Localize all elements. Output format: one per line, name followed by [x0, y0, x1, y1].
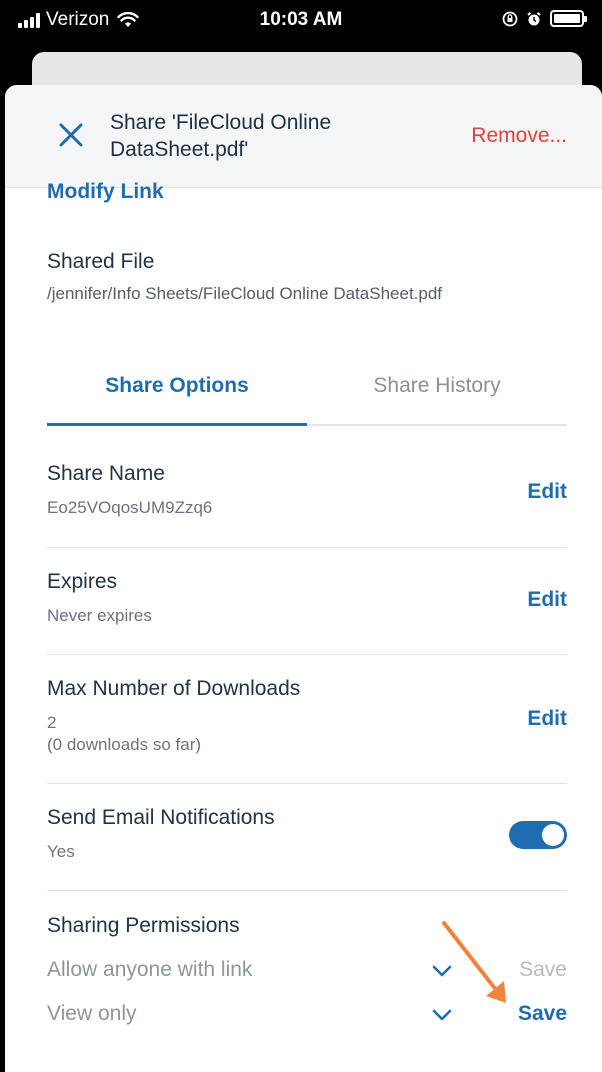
- share-tabs: Share Options Share History: [47, 358, 567, 426]
- tab-share-options[interactable]: Share Options: [47, 374, 307, 398]
- shared-file-label: Shared File: [47, 250, 155, 273]
- toggle-knob: [542, 824, 564, 846]
- share-name-edit-button[interactable]: Edit: [527, 480, 567, 504]
- email-notifications-toggle[interactable]: [509, 821, 567, 849]
- max-downloads-edit-button[interactable]: Edit: [527, 707, 567, 731]
- chevron-down-icon[interactable]: [431, 1008, 453, 1022]
- max-downloads-label: Max Number of Downloads: [47, 677, 301, 700]
- close-icon[interactable]: [57, 121, 85, 149]
- expires-value: Never expires: [47, 606, 152, 625]
- orientation-lock-icon: [502, 11, 518, 26]
- share-header: Share 'FileCloud Online DataSheet.pdf' R…: [5, 85, 602, 188]
- email-notifications-value: Yes: [47, 842, 75, 861]
- shared-file-path: /jennifer/Info Sheets/FileCloud Online D…: [47, 284, 443, 303]
- email-notifications-row: Send Email Notifications Yes: [47, 784, 567, 891]
- share-name-row: Share Name Eo25VOqosUM9Zzq6 Edit: [47, 440, 567, 548]
- modify-link-heading[interactable]: Modify Link: [47, 180, 164, 204]
- permission-save-button[interactable]: Save: [518, 1002, 567, 1026]
- max-downloads-row: Max Number of Downloads 2 (0 downloads s…: [47, 655, 567, 784]
- expires-label: Expires: [47, 570, 118, 593]
- access-save-button[interactable]: Save: [519, 958, 567, 982]
- status-bar: Verizon 10:03 AM: [0, 0, 602, 42]
- expires-row: Expires Never expires Edit: [47, 548, 567, 655]
- sharing-permissions-label: Sharing Permissions: [47, 914, 240, 937]
- annotation-arrow-icon: [442, 921, 506, 1003]
- max-downloads-value: 2: [47, 713, 57, 732]
- status-right: [502, 10, 587, 27]
- remove-button[interactable]: Remove...: [471, 124, 567, 148]
- alarm-icon: [527, 11, 541, 25]
- battery-icon: [550, 10, 587, 27]
- share-name-label: Share Name: [47, 462, 165, 485]
- share-title: Share 'FileCloud Online DataSheet.pdf': [110, 111, 332, 161]
- expires-edit-button[interactable]: Edit: [527, 588, 567, 612]
- permission-level-select[interactable]: View only: [47, 1002, 137, 1026]
- tab-share-history[interactable]: Share History: [307, 374, 567, 398]
- downloads-count-note: (0 downloads so far): [47, 735, 202, 754]
- email-notifications-label: Send Email Notifications: [47, 806, 275, 829]
- share-name-value: Eo25VOqosUM9Zzq6: [47, 498, 213, 517]
- active-tab-indicator: [47, 423, 307, 426]
- permission-access-select[interactable]: Allow anyone with link: [47, 958, 252, 982]
